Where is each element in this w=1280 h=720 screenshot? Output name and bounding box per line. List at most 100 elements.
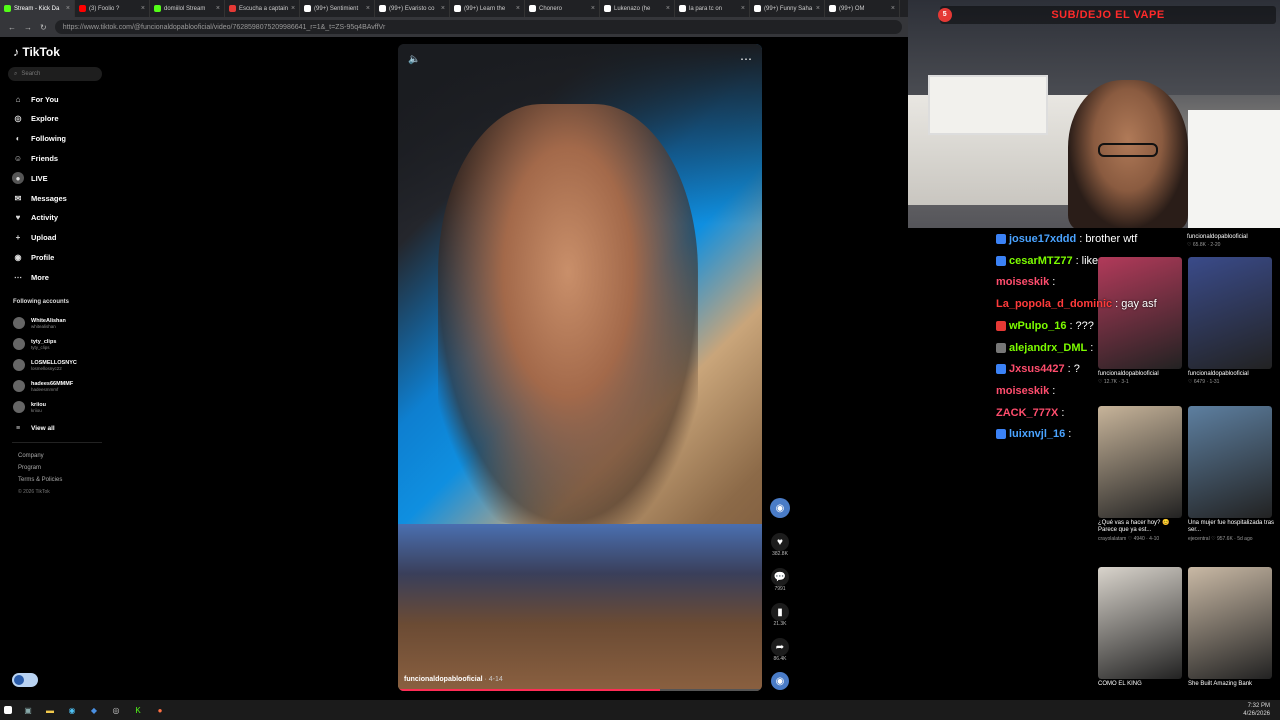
nav-label: Friends: [31, 153, 59, 163]
browser-tab[interactable]: (3) Foolio ? ×: [75, 0, 150, 17]
logo-text: TikTok: [22, 45, 60, 59]
browser-tab[interactable]: domiilol Stream ×: [150, 0, 225, 17]
chat-username[interactable]: moiseskik: [996, 385, 1049, 397]
tiktok-logo[interactable]: ♪ TikTok: [13, 45, 60, 59]
related-video-caption[interactable]: Una mujer fue hospitalizada tras ser...: [1188, 520, 1278, 534]
url-field[interactable]: https://www.tiktok.com/@funcionaldopablo…: [54, 20, 902, 34]
close-tab-icon[interactable]: ×: [891, 5, 895, 12]
like-button[interactable]: ♥ 382.8K: [770, 533, 790, 557]
system-tray[interactable]: 7:32 PM 4/26/2026: [1243, 702, 1270, 718]
nav-upload[interactable]: + Upload: [12, 232, 57, 244]
terminal-icon[interactable]: ▣: [22, 704, 34, 716]
related-video-caption[interactable]: COMO EL KING: [1098, 681, 1188, 688]
browser-tab[interactable]: la para tc on ×: [675, 0, 750, 17]
close-tab-icon[interactable]: ×: [291, 5, 295, 12]
footer-company[interactable]: Company: [18, 453, 44, 459]
browser-tab[interactable]: (99+) Sentimient ×: [300, 0, 375, 17]
chat-message: moiseskik:: [996, 385, 1055, 397]
account-handle: losmellosnyc22: [31, 365, 62, 371]
related-video-caption[interactable]: She Built Amazing Bank: [1188, 681, 1278, 688]
close-tab-icon[interactable]: ×: [216, 5, 220, 12]
more-options-icon[interactable]: ⋯: [740, 52, 752, 66]
chat-username[interactable]: luixnvjl_16: [1009, 428, 1065, 440]
chat-username[interactable]: josue17xddd: [1009, 233, 1076, 245]
related-video-thumbnail[interactable]: [1188, 257, 1272, 369]
following-account[interactable]: LOSMELLOSNYC losmellosnyc22: [13, 359, 77, 371]
related-video-thumbnail[interactable]: [1098, 567, 1182, 679]
browser-tab[interactable]: (99+) Evaristo co ×: [375, 0, 450, 17]
chat-username[interactable]: La_popola_d_dominic: [996, 298, 1112, 310]
search-input[interactable]: ⌕ Search: [8, 67, 102, 81]
author-avatar[interactable]: ◉: [770, 498, 790, 518]
activity-icon: ♥: [15, 213, 21, 223]
browser-tab[interactable]: (99+) OM ×: [825, 0, 900, 17]
close-tab-icon[interactable]: ×: [141, 5, 145, 12]
nav-more[interactable]: ⋯ More: [12, 271, 49, 283]
related-video-thumbnail[interactable]: [1188, 406, 1272, 518]
close-tab-icon[interactable]: ×: [666, 5, 670, 12]
comment-button[interactable]: 💬 7991: [770, 568, 790, 592]
chat-username[interactable]: cesarMTZ77: [1009, 255, 1073, 267]
video-progress-bar[interactable]: [398, 689, 762, 691]
browser-tab[interactable]: (99+) Learn the ×: [450, 0, 525, 17]
chat-username[interactable]: ZACK_777X: [996, 407, 1058, 419]
browser-tab[interactable]: Stream - Kick Da ×: [0, 0, 75, 17]
browser-tab[interactable]: Escucha a captain ×: [225, 0, 300, 17]
chat-username[interactable]: alejandrx_DML: [1009, 342, 1087, 354]
nav-profile[interactable]: ◉ Profile: [12, 251, 55, 263]
forward-icon[interactable]: →: [24, 23, 32, 32]
obs-icon[interactable]: ◎: [110, 704, 122, 716]
video-player[interactable]: 🔈 ⋯ funcionaldopablooficial · 4-14: [398, 44, 762, 691]
chat-username[interactable]: Jxsus4427: [1009, 363, 1065, 375]
close-tab-icon[interactable]: ×: [66, 5, 70, 12]
close-tab-icon[interactable]: ×: [516, 5, 520, 12]
nav-friends[interactable]: ☺ Friends: [12, 152, 58, 164]
browser-icon[interactable]: ◉: [66, 704, 78, 716]
nav-messages[interactable]: ✉ Messages: [12, 192, 67, 204]
folder-icon[interactable]: ▬: [44, 704, 56, 716]
chat-username[interactable]: wPulpo_16: [1009, 320, 1066, 332]
browser-tab[interactable]: Lukenazo (he ×: [600, 0, 675, 17]
back-icon[interactable]: ←: [8, 23, 16, 32]
following-icon: ◐: [15, 134, 21, 144]
close-tab-icon[interactable]: ×: [441, 5, 445, 12]
related-video-thumbnail[interactable]: [1188, 567, 1272, 679]
related-video-caption[interactable]: funcionaldopablooficial: [1187, 234, 1277, 241]
related-video-caption[interactable]: ¿Qué vas a hacer hoy? 😊 Parece que ya es…: [1098, 520, 1188, 534]
following-account[interactable]: kriiou kriiou: [13, 401, 46, 413]
share-button[interactable]: ➦ 86.4K: [770, 638, 790, 662]
nav-explore[interactable]: ◎ Explore: [12, 113, 59, 125]
nav-label: Activity: [31, 213, 59, 223]
nav-activity[interactable]: ♥ Activity: [12, 212, 58, 224]
save-button[interactable]: ▮ 21.3K: [770, 603, 790, 627]
close-tab-icon[interactable]: ×: [591, 5, 595, 12]
sound-avatar[interactable]: ◉: [770, 672, 790, 690]
firefox-icon[interactable]: ●: [154, 704, 166, 716]
close-tab-icon[interactable]: ×: [816, 5, 820, 12]
theme-toggle[interactable]: [12, 673, 38, 687]
following-account[interactable]: WhiteAlishan whitealishan: [13, 317, 66, 329]
nav-following[interactable]: ◐ Following: [12, 133, 66, 145]
stream-banner: 5 SUB/DEJO EL VAPE: [938, 6, 1276, 24]
close-tab-icon[interactable]: ×: [741, 5, 745, 12]
view-all-link[interactable]: ≡ View all: [12, 422, 55, 434]
following-account[interactable]: hadees66MMMF hadeesmmmf: [13, 380, 73, 392]
close-tab-icon[interactable]: ×: [366, 5, 370, 12]
volume-icon[interactable]: 🔈: [408, 54, 420, 65]
nav-for-you[interactable]: ⌂ For You: [12, 93, 59, 105]
chat-username[interactable]: moiseskik: [996, 276, 1049, 288]
start-icon[interactable]: [4, 706, 12, 714]
browser-tab[interactable]: Chonero ×: [525, 0, 600, 17]
video-author[interactable]: funcionaldopablooficial: [404, 676, 483, 683]
banner-text: SUB/DEJO EL VAPE: [1051, 9, 1165, 21]
related-video-caption[interactable]: funcionaldopablooficial: [1188, 371, 1278, 378]
reload-icon[interactable]: ↻: [40, 23, 47, 32]
app-icon[interactable]: ◆: [88, 704, 100, 716]
kick-icon[interactable]: K: [132, 704, 144, 716]
footer-program[interactable]: Program: [18, 465, 41, 471]
browser-tab[interactable]: (99+) Funny Saha ×: [750, 0, 825, 17]
chat-badge-icon: [996, 429, 1006, 440]
footer-terms[interactable]: Terms & Policies: [18, 477, 62, 483]
nav-live[interactable]: ● LIVE: [12, 172, 48, 185]
following-account[interactable]: tyty_clips tyty_clips: [13, 338, 56, 350]
